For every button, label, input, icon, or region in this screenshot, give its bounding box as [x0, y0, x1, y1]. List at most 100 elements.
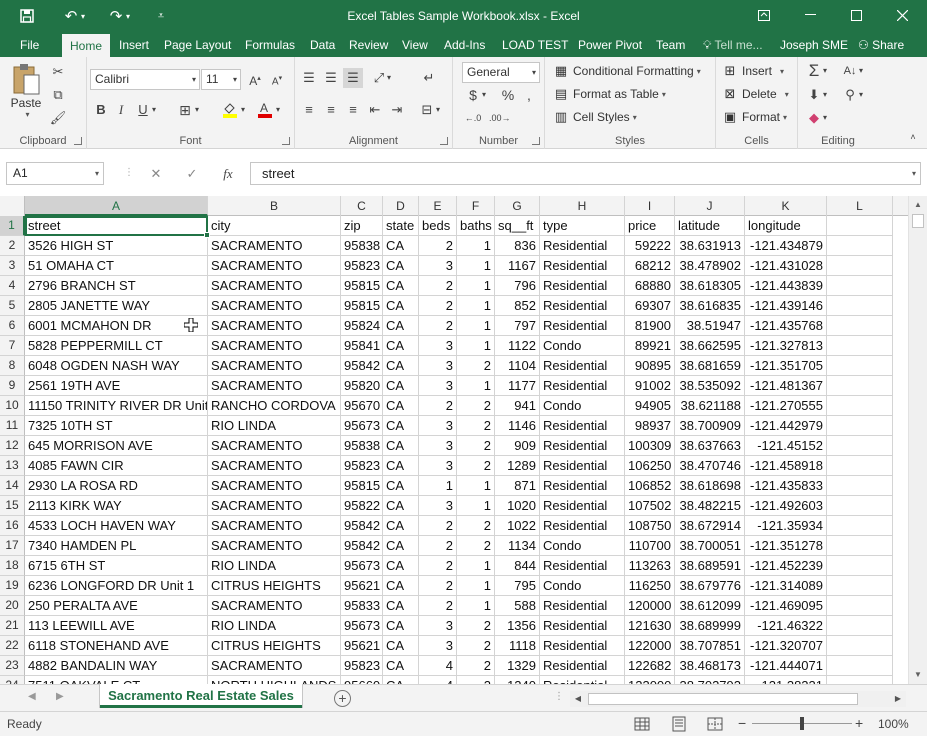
- cell-a23[interactable]: 4882 BANDALIN WAY: [25, 656, 208, 676]
- row-header[interactable]: 6: [0, 316, 25, 336]
- find-select-dropdown-icon[interactable]: ▾: [856, 85, 866, 105]
- cell-g5[interactable]: 852: [495, 296, 540, 316]
- cell-c11[interactable]: 95673: [341, 416, 383, 436]
- cell-j13[interactable]: 38.470746: [675, 456, 745, 476]
- tab-insert[interactable]: Insert: [111, 33, 157, 57]
- cell-c13[interactable]: 95823: [341, 456, 383, 476]
- alignment-launcher-icon[interactable]: [440, 137, 448, 145]
- tab-load-test[interactable]: LOAD TEST: [494, 33, 576, 57]
- cell-k14[interactable]: -121.435833: [745, 476, 827, 496]
- cell-i2[interactable]: 59222: [625, 236, 675, 256]
- cell-h17[interactable]: Condo: [540, 536, 625, 556]
- cell-g15[interactable]: 1020: [495, 496, 540, 516]
- cell-c14[interactable]: 95815: [341, 476, 383, 496]
- cell-d20[interactable]: CA: [383, 596, 419, 616]
- cell-f11[interactable]: 2: [457, 416, 495, 436]
- cell-l18[interactable]: [827, 556, 893, 576]
- cell-g11[interactable]: 1146: [495, 416, 540, 436]
- cell-d8[interactable]: CA: [383, 356, 419, 376]
- row-header[interactable]: 12: [0, 436, 25, 456]
- row-header[interactable]: 2: [0, 236, 25, 256]
- cell-h18[interactable]: Residential: [540, 556, 625, 576]
- cell-c3[interactable]: 95823: [341, 256, 383, 276]
- cell-e12[interactable]: 3: [419, 436, 457, 456]
- cell-l5[interactable]: [827, 296, 893, 316]
- cell-g16[interactable]: 1022: [495, 516, 540, 536]
- cell-g6[interactable]: 797: [495, 316, 540, 336]
- align-bottom-icon[interactable]: ☰: [343, 68, 363, 88]
- cell-c5[interactable]: 95815: [341, 296, 383, 316]
- cell-i4[interactable]: 68880: [625, 276, 675, 296]
- row-header[interactable]: 23: [0, 656, 25, 676]
- cell-j8[interactable]: 38.681659: [675, 356, 745, 376]
- cell-k20[interactable]: -121.469095: [745, 596, 827, 616]
- column-header-d[interactable]: D: [383, 196, 419, 216]
- insert-cells-button[interactable]: ⊞ Insert ▾: [722, 63, 784, 79]
- cell-k21[interactable]: -121.46322: [745, 616, 827, 636]
- cell-k11[interactable]: -121.442979: [745, 416, 827, 436]
- zoom-level[interactable]: 100%: [878, 717, 909, 731]
- cell-l24[interactable]: [827, 676, 893, 684]
- cell-g9[interactable]: 1177: [495, 376, 540, 396]
- tab-power-pivot[interactable]: Power Pivot: [570, 33, 650, 57]
- tab-split-icon[interactable]: ⋮: [554, 691, 564, 702]
- cell-c8[interactable]: 95842: [341, 356, 383, 376]
- cell-e1[interactable]: beds: [419, 216, 457, 236]
- cell-c17[interactable]: 95842: [341, 536, 383, 556]
- cell-l8[interactable]: [827, 356, 893, 376]
- cancel-entry-icon[interactable]: ✕: [146, 164, 166, 184]
- tell-me-box[interactable]: 💡︎ Tell me...: [703, 33, 763, 57]
- cell-d24[interactable]: CA: [383, 676, 419, 684]
- cell-a17[interactable]: 7340 HAMDEN PL: [25, 536, 208, 556]
- currency-dropdown-icon[interactable]: ▾: [479, 85, 489, 105]
- cell-h21[interactable]: Residential: [540, 616, 625, 636]
- cell-i24[interactable]: 123000: [625, 676, 675, 684]
- cell-f19[interactable]: 1: [457, 576, 495, 596]
- cell-b20[interactable]: SACRAMENTO: [208, 596, 341, 616]
- cell-h2[interactable]: Residential: [540, 236, 625, 256]
- italic-icon[interactable]: I: [111, 100, 131, 120]
- cell-i16[interactable]: 108750: [625, 516, 675, 536]
- conditional-formatting-button[interactable]: ▦ Conditional Formatting ▾: [553, 63, 701, 79]
- cell-l22[interactable]: [827, 636, 893, 656]
- cell-j9[interactable]: 38.535092: [675, 376, 745, 396]
- paste-button[interactable]: Paste ▾: [8, 62, 44, 119]
- cell-l2[interactable]: [827, 236, 893, 256]
- cell-f9[interactable]: 1: [457, 376, 495, 396]
- cell-a2[interactable]: 3526 HIGH ST: [25, 236, 208, 256]
- number-format-combo[interactable]: General ▾: [462, 62, 540, 83]
- merge-dropdown-icon[interactable]: ▾: [433, 100, 443, 120]
- vertical-scrollbar[interactable]: ▲ ▼: [908, 196, 927, 684]
- row-header[interactable]: 8: [0, 356, 25, 376]
- vertical-scroll-thumb[interactable]: [912, 214, 924, 228]
- cell-j15[interactable]: 38.482215: [675, 496, 745, 516]
- cell-k6[interactable]: -121.435768: [745, 316, 827, 336]
- cell-e8[interactable]: 3: [419, 356, 457, 376]
- row-header[interactable]: 4: [0, 276, 25, 296]
- cell-h4[interactable]: Residential: [540, 276, 625, 296]
- cell-l21[interactable]: [827, 616, 893, 636]
- cell-f7[interactable]: 1: [457, 336, 495, 356]
- cell-l4[interactable]: [827, 276, 893, 296]
- cell-d12[interactable]: CA: [383, 436, 419, 456]
- cell-h10[interactable]: Condo: [540, 396, 625, 416]
- minimize-icon[interactable]: [787, 0, 833, 30]
- cell-g12[interactable]: 909: [495, 436, 540, 456]
- delete-cells-button[interactable]: ⊠ Delete ▾: [722, 86, 789, 102]
- cell-k19[interactable]: -121.314089: [745, 576, 827, 596]
- cell-d16[interactable]: CA: [383, 516, 419, 536]
- format-painter-icon[interactable]: 🖌︎: [48, 108, 68, 128]
- cell-f16[interactable]: 2: [457, 516, 495, 536]
- cell-g13[interactable]: 1289: [495, 456, 540, 476]
- cell-e14[interactable]: 1: [419, 476, 457, 496]
- cell-e3[interactable]: 3: [419, 256, 457, 276]
- column-header-f[interactable]: F: [457, 196, 495, 216]
- cell-j24[interactable]: 38.702792: [675, 676, 745, 684]
- clipboard-launcher-icon[interactable]: [74, 137, 82, 145]
- cell-i22[interactable]: 122000: [625, 636, 675, 656]
- cell-b17[interactable]: SACRAMENTO: [208, 536, 341, 556]
- cell-b18[interactable]: RIO LINDA: [208, 556, 341, 576]
- column-header-l[interactable]: L: [827, 196, 893, 216]
- cell-i23[interactable]: 122682: [625, 656, 675, 676]
- cell-d1[interactable]: state: [383, 216, 419, 236]
